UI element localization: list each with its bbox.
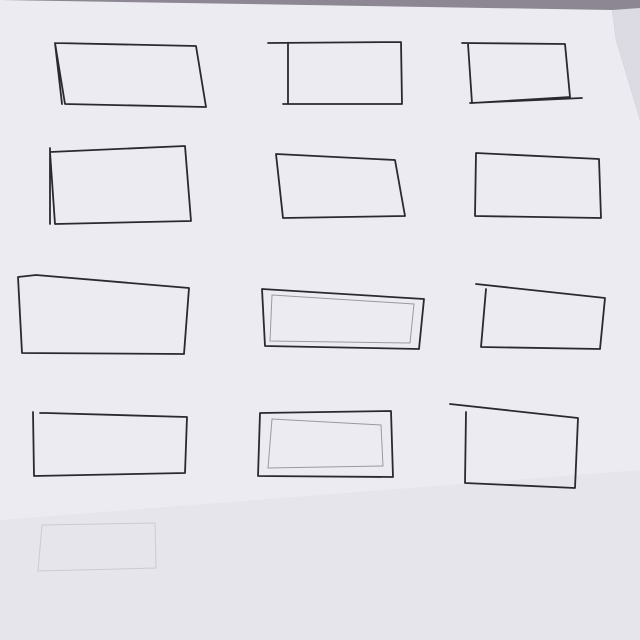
- photo-scene: [0, 0, 640, 640]
- drawing-canvas: [0, 0, 640, 640]
